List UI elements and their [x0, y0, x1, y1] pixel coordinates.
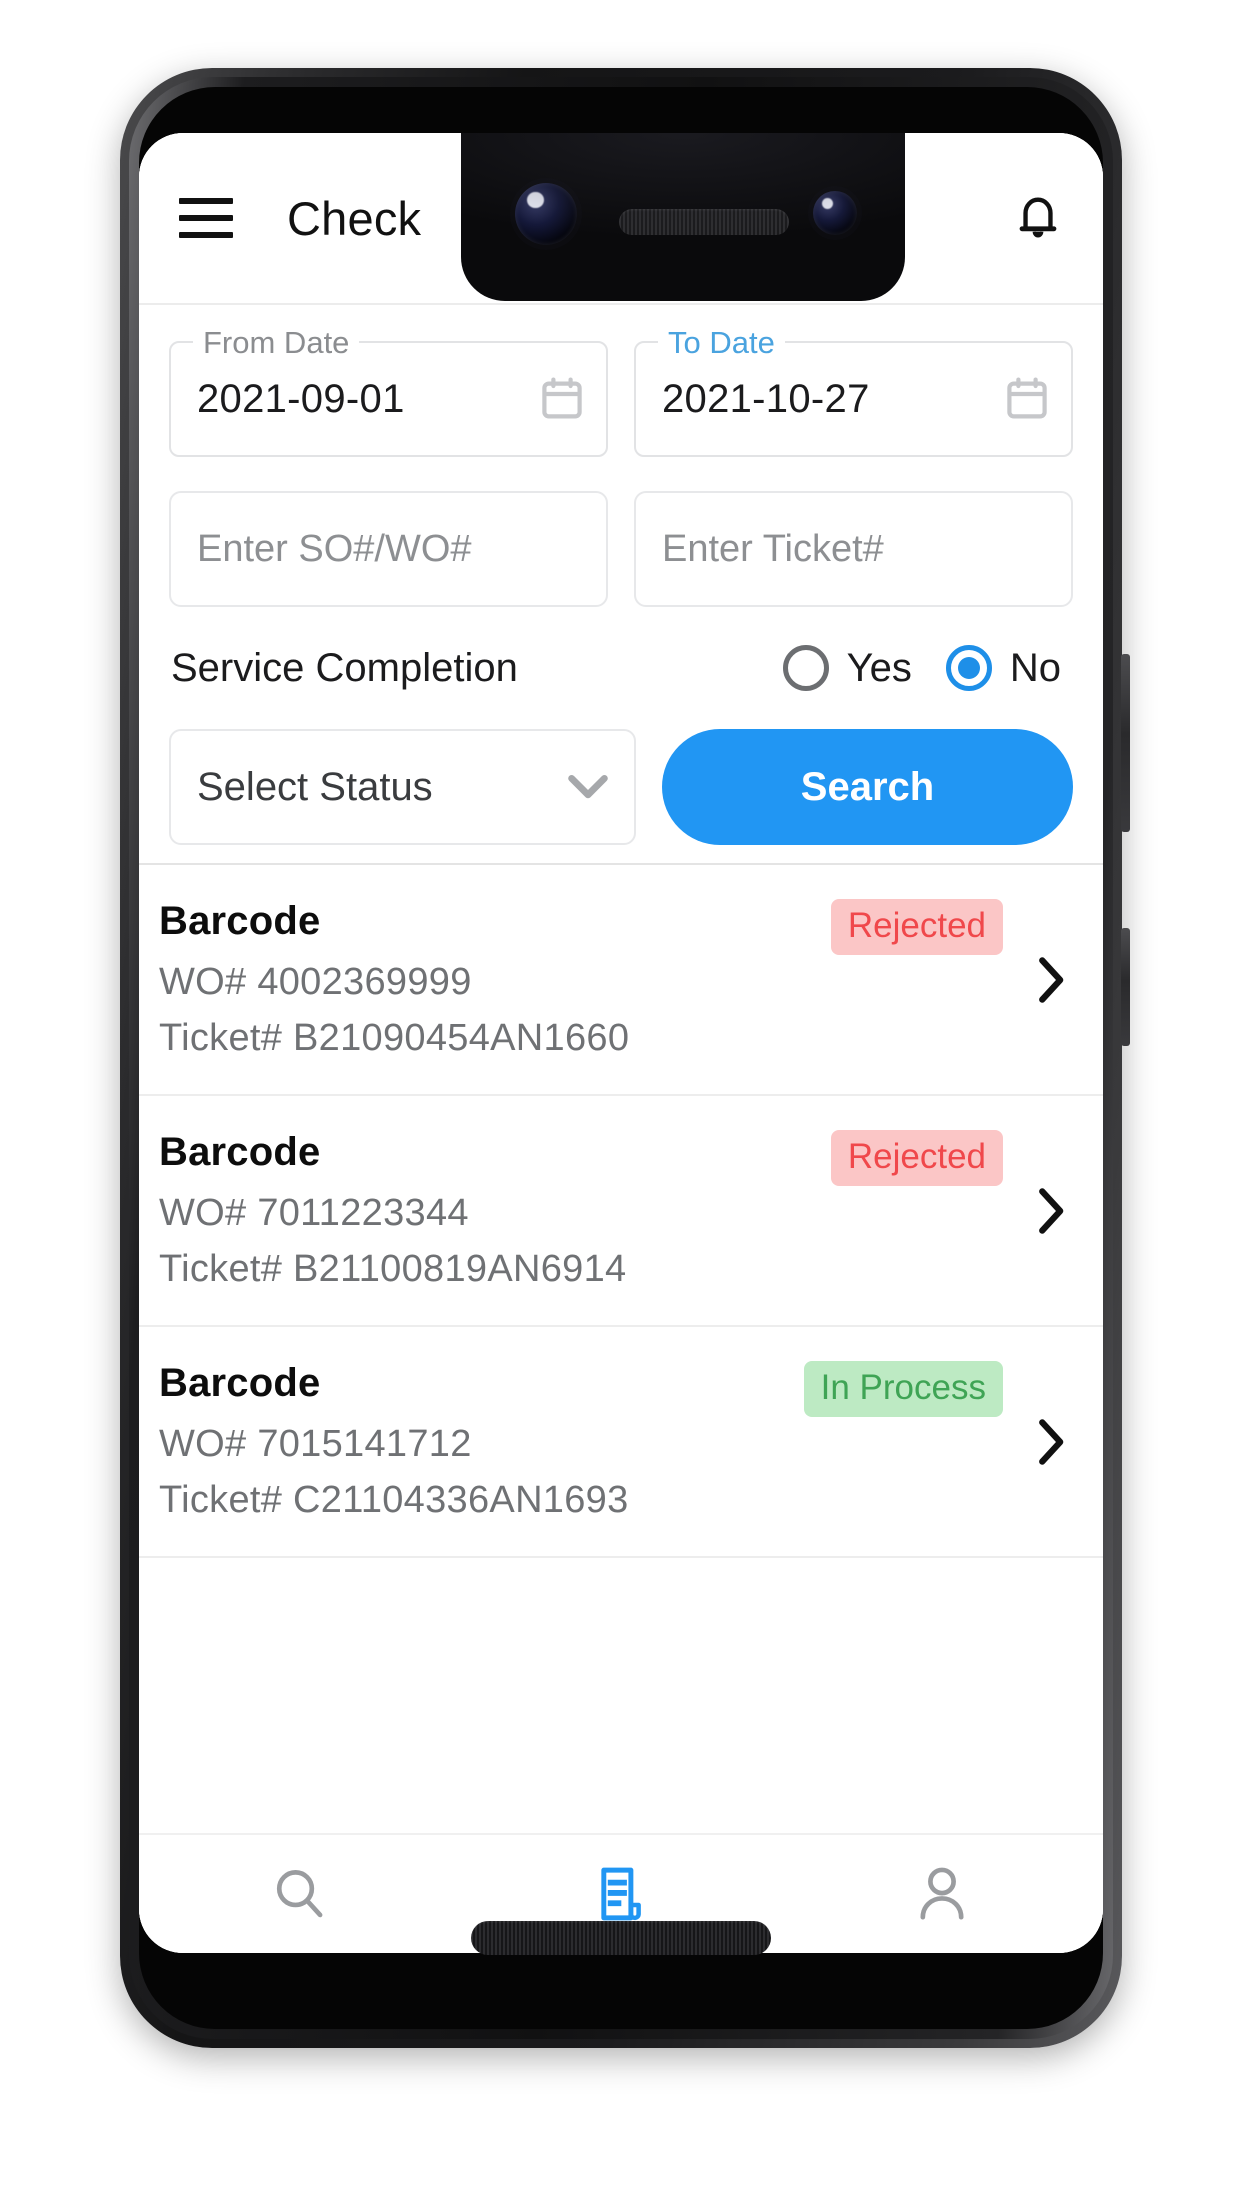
result-ticket-number: Ticket# B21100819AN6914 — [159, 1248, 627, 1290]
from-date-field[interactable]: From Date 2021-09-01 — [169, 327, 608, 457]
document-list-icon — [593, 1865, 649, 1923]
date-range-row: From Date 2021-09-01 To Date 2021-10-27 — [169, 327, 1073, 457]
earpiece-speaker — [619, 209, 789, 235]
from-date-value: 2021-09-01 — [197, 376, 405, 421]
result-wo-number: WO# 7015141712 — [159, 1423, 472, 1465]
status-badge: In Process — [803, 1361, 1003, 1417]
phone-frame-bezel: Check From Date 2021-09-01 To Date 2021-… — [129, 77, 1113, 2039]
radio-option-no[interactable]: No — [945, 645, 1071, 691]
volume-button[interactable] — [1121, 654, 1130, 832]
table-row[interactable]: Barcode WO# 4002369999 Ticket# B21090454… — [139, 865, 1103, 1096]
front-camera-secondary-icon — [813, 191, 857, 235]
search-filter-form: From Date 2021-09-01 To Date 2021-10-27 … — [139, 305, 1103, 863]
so-wo-input[interactable]: Enter SO#/WO# — [169, 491, 608, 607]
calendar-icon[interactable] — [1005, 376, 1049, 422]
radio-label-no: No — [1009, 645, 1061, 690]
display-notch — [461, 133, 905, 301]
chevron-right-icon[interactable] — [1037, 1187, 1067, 1235]
to-date-field[interactable]: To Date 2021-10-27 — [634, 327, 1073, 457]
status-badge: Rejected — [830, 899, 1003, 955]
hamburger-menu-icon[interactable] — [179, 187, 241, 249]
ticket-input[interactable]: Enter Ticket# — [634, 491, 1073, 607]
app-root: Check From Date 2021-09-01 To Date 2021-… — [139, 133, 1103, 1953]
status-select-value: Select Status — [197, 764, 433, 809]
bell-icon[interactable] — [1007, 187, 1069, 249]
device-screen: Check From Date 2021-09-01 To Date 2021-… — [139, 133, 1103, 1953]
calendar-icon[interactable] — [540, 376, 584, 422]
radio-label-yes: Yes — [846, 645, 912, 690]
identifier-row: Enter SO#/WO# Enter Ticket# — [169, 491, 1073, 607]
chevron-down-icon[interactable] — [568, 774, 608, 800]
status-search-row: Select Status Search — [169, 729, 1073, 845]
radio-button-yes[interactable] — [782, 645, 829, 691]
person-icon — [915, 1865, 969, 1923]
result-wo-number: WO# 7011223344 — [159, 1192, 469, 1234]
status-select[interactable]: Select Status — [169, 729, 636, 845]
table-row[interactable]: Barcode WO# 7015141712 Ticket# C21104336… — [139, 1327, 1103, 1558]
chevron-right-icon[interactable] — [1037, 1418, 1067, 1466]
search-button[interactable]: Search — [662, 729, 1073, 845]
bottom-speaker-grille — [471, 1921, 771, 1955]
from-date-label: From Date — [193, 327, 360, 358]
table-row[interactable]: Barcode WO# 7011223344 Ticket# B21100819… — [139, 1096, 1103, 1327]
radio-option-yes[interactable]: Yes — [782, 645, 922, 691]
service-completion-radio-group: Yes No — [782, 645, 1071, 691]
search-icon — [271, 1865, 329, 1923]
service-completion-row: Service Completion Yes No — [169, 641, 1073, 695]
to-date-value: 2021-10-27 — [662, 376, 870, 421]
status-badge: Rejected — [830, 1130, 1003, 1186]
radio-button-no[interactable] — [945, 645, 992, 691]
screenshot-stage: Check From Date 2021-09-01 To Date 2021-… — [0, 0, 1242, 2208]
power-button[interactable] — [1121, 928, 1130, 1046]
phone-screen-area: Check From Date 2021-09-01 To Date 2021-… — [139, 87, 1103, 2029]
to-date-label: To Date — [658, 327, 785, 358]
chevron-right-icon[interactable] — [1037, 956, 1067, 1004]
results-list: Barcode WO# 4002369999 Ticket# B21090454… — [139, 865, 1103, 1833]
service-completion-label: Service Completion — [171, 645, 518, 690]
result-ticket-number: Ticket# B21090454AN1660 — [159, 1017, 630, 1059]
phone-frame: Check From Date 2021-09-01 To Date 2021-… — [120, 68, 1130, 2048]
nav-item-profile[interactable] — [782, 1835, 1103, 1953]
front-camera-main-icon — [515, 183, 577, 245]
nav-item-search[interactable] — [139, 1835, 460, 1953]
result-ticket-number: Ticket# C21104336AN1693 — [159, 1479, 629, 1521]
result-wo-number: WO# 4002369999 — [159, 961, 472, 1003]
